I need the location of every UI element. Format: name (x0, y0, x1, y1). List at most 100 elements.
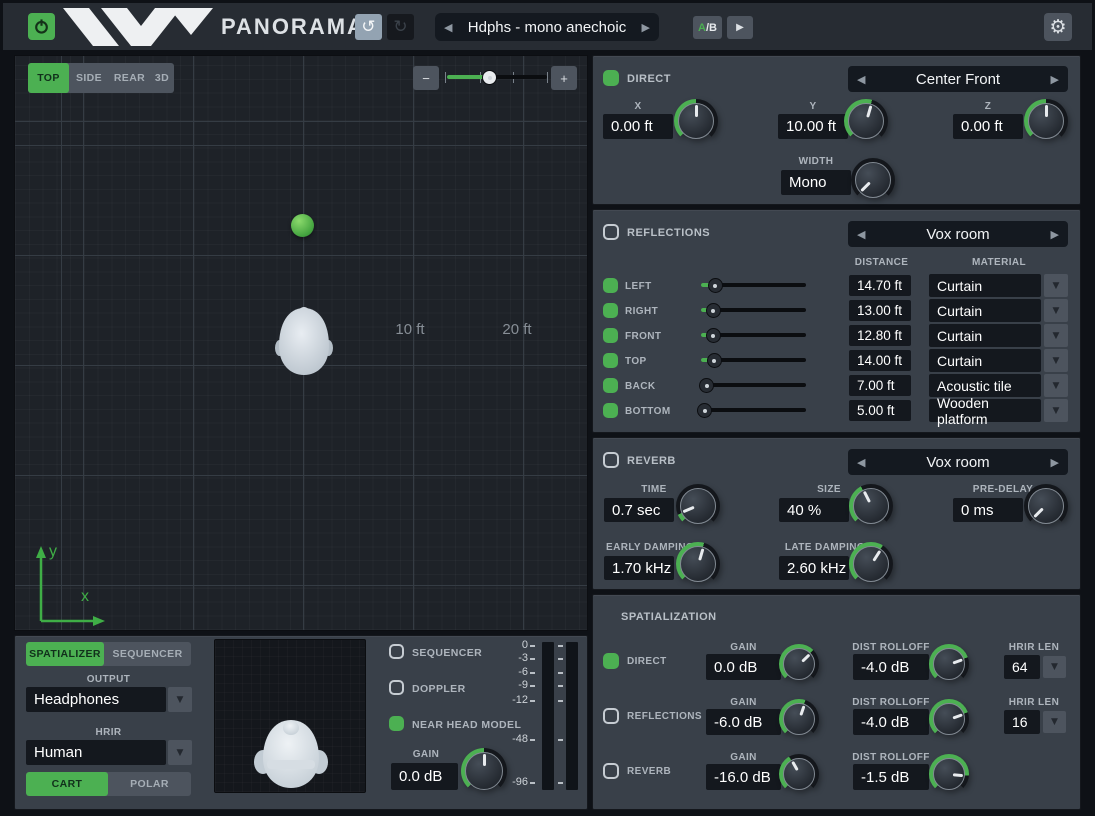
reflection-right-material[interactable]: Curtain (929, 299, 1041, 322)
size-knob[interactable] (849, 484, 893, 528)
reflection-right-slider[interactable] (701, 303, 806, 318)
reflection-right-material-dropdown-icon[interactable]: ▼ (1044, 299, 1068, 322)
reflection-back-slider[interactable] (701, 378, 806, 393)
reflection-front-checkbox[interactable] (603, 328, 618, 343)
reflection-top-material[interactable]: Curtain (929, 349, 1041, 372)
spat-direct-gain-value[interactable]: 0.0 dB (706, 654, 781, 680)
width-value[interactable]: Mono (781, 170, 851, 195)
late-damping-value[interactable]: 2.60 kHz (779, 556, 849, 580)
zoom-in-button[interactable]: + (551, 66, 577, 90)
spat-direct-checkbox[interactable] (603, 653, 619, 669)
spat-direct-hrir-dropdown-icon[interactable]: ▼ (1043, 656, 1066, 678)
direct-preset-selector[interactable]: ◀ Center Front ▶ (848, 66, 1068, 92)
reflection-right-distance[interactable]: 13.00 ft (849, 300, 911, 321)
reflection-bottom-material-dropdown-icon[interactable]: ▼ (1044, 399, 1068, 422)
spat-reflections-gain-knob[interactable] (779, 699, 819, 739)
undo-button[interactable]: ↺ (355, 14, 382, 40)
reflection-right-checkbox[interactable] (603, 303, 618, 318)
reflection-back-distance[interactable]: 7.00 ft (849, 375, 911, 396)
redo-button[interactable]: ↻ (387, 14, 414, 40)
direct-preset-next-icon[interactable]: ▶ (1051, 66, 1059, 92)
reflection-front-distance[interactable]: 12.80 ft (849, 325, 911, 346)
spat-reflections-checkbox[interactable] (603, 708, 619, 724)
near-head-model-checkbox[interactable] (389, 716, 404, 731)
time-knob[interactable] (676, 484, 720, 528)
preset-prev-icon[interactable]: ◀ (444, 13, 452, 41)
spat-reverb-rolloff-value[interactable]: -1.5 dB (853, 764, 929, 790)
reverb-checkbox[interactable] (603, 452, 619, 468)
reflection-back-checkbox[interactable] (603, 378, 618, 393)
reflections-preset-prev-icon[interactable]: ◀ (857, 221, 865, 247)
settings-button[interactable]: ⚙ (1044, 13, 1072, 41)
tab-spatializer[interactable]: SPATIALIZER (26, 642, 104, 666)
reflection-left-distance[interactable]: 14.70 ft (849, 275, 911, 296)
early-damping-knob[interactable] (676, 542, 720, 586)
spat-direct-rolloff-value[interactable]: -4.0 dB (853, 654, 929, 680)
play-button[interactable]: ▶ (727, 16, 753, 39)
reflections-checkbox[interactable] (603, 224, 619, 240)
time-value[interactable]: 0.7 sec (604, 498, 674, 522)
reflection-front-material-dropdown-icon[interactable]: ▼ (1044, 324, 1068, 347)
spat-direct-gain-knob[interactable] (779, 644, 819, 684)
zoom-out-button[interactable]: − (413, 66, 439, 90)
reflections-preset-next-icon[interactable]: ▶ (1051, 221, 1059, 247)
y-value[interactable]: 10.00 ft (778, 114, 848, 139)
scene-view[interactable]: TOP SIDE REAR 3D − + (14, 55, 588, 631)
late-damping-knob[interactable] (849, 542, 893, 586)
tab-sequencer[interactable]: SEQUENCER (104, 642, 191, 666)
direct-checkbox[interactable] (603, 70, 619, 86)
zoom-slider-handle[interactable] (482, 70, 497, 85)
output-dropdown-icon[interactable]: ▼ (168, 687, 192, 712)
spat-direct-hrir-value[interactable]: 64 (1004, 655, 1040, 679)
reflection-left-material[interactable]: Curtain (929, 274, 1041, 297)
spat-direct-rolloff-knob[interactable] (929, 644, 969, 684)
z-value[interactable]: 0.00 ft (953, 114, 1023, 139)
z-knob[interactable] (1024, 99, 1068, 143)
spat-reflections-hrir-value[interactable]: 16 (1004, 710, 1040, 734)
source-ball[interactable] (291, 214, 314, 237)
tab-top[interactable]: TOP (28, 63, 69, 93)
tab-cart[interactable]: CART (26, 772, 108, 796)
reflection-left-checkbox[interactable] (603, 278, 618, 293)
tab-side[interactable]: SIDE (69, 63, 109, 93)
hrir-dropdown-icon[interactable]: ▼ (168, 740, 192, 765)
reflection-top-slider[interactable] (701, 353, 806, 368)
predelay-value[interactable]: 0 ms (953, 498, 1023, 522)
spat-reverb-checkbox[interactable] (603, 763, 619, 779)
direct-preset-prev-icon[interactable]: ◀ (857, 66, 865, 92)
reflections-preset-selector[interactable]: ◀ Vox room ▶ (848, 221, 1068, 247)
y-knob[interactable] (844, 99, 888, 143)
spat-reflections-gain-value[interactable]: -6.0 dB (706, 709, 781, 735)
spat-reverb-gain-value[interactable]: -16.0 dB (706, 764, 781, 790)
x-knob[interactable] (674, 99, 718, 143)
spat-reflections-rolloff-value[interactable]: -4.0 dB (853, 709, 929, 735)
size-value[interactable]: 40 % (779, 498, 849, 522)
tab-rear[interactable]: REAR (109, 63, 150, 93)
reflection-back-material-dropdown-icon[interactable]: ▼ (1044, 374, 1068, 397)
reflection-bottom-slider[interactable] (701, 403, 806, 418)
tab-polar[interactable]: POLAR (108, 772, 191, 796)
reverb-preset-selector[interactable]: ◀ Vox room ▶ (848, 449, 1068, 475)
x-value[interactable]: 0.00 ft (603, 114, 673, 139)
spat-reverb-gain-knob[interactable] (779, 754, 819, 794)
reflection-bottom-checkbox[interactable] (603, 403, 618, 418)
gain-value[interactable]: 0.0 dB (391, 763, 458, 790)
reverb-preset-prev-icon[interactable]: ◀ (857, 449, 865, 475)
reflection-top-material-dropdown-icon[interactable]: ▼ (1044, 349, 1068, 372)
reflection-bottom-material[interactable]: Wooden platform (929, 399, 1041, 422)
reflection-front-material[interactable]: Curtain (929, 324, 1041, 347)
spat-reflections-rolloff-knob[interactable] (929, 699, 969, 739)
ab-button[interactable]: A/B (693, 16, 722, 39)
predelay-knob[interactable] (1024, 484, 1068, 528)
width-knob[interactable] (851, 158, 895, 202)
output-select[interactable]: Headphones (26, 687, 166, 712)
reflection-left-material-dropdown-icon[interactable]: ▼ (1044, 274, 1068, 297)
doppler-checkbox[interactable] (389, 680, 404, 695)
tab-3d[interactable]: 3D (150, 63, 174, 93)
sequencer-checkbox[interactable] (389, 644, 404, 659)
reverb-preset-next-icon[interactable]: ▶ (1051, 449, 1059, 475)
spat-reverb-rolloff-knob[interactable] (929, 754, 969, 794)
hrir-select[interactable]: Human (26, 740, 166, 765)
reflection-front-slider[interactable] (701, 328, 806, 343)
power-button[interactable] (28, 13, 55, 40)
